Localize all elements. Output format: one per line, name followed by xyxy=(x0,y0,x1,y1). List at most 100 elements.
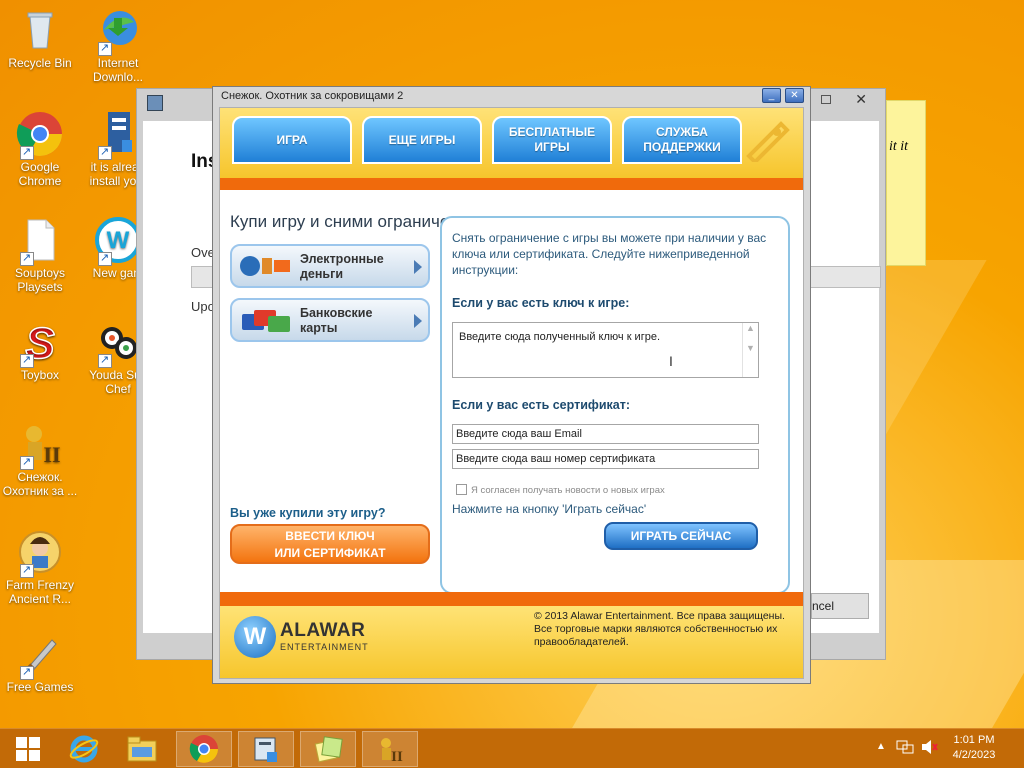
installer-icon xyxy=(94,110,142,160)
pay-emoney-line2: деньги xyxy=(300,267,344,281)
purchase-body: Купи игру и сними ограничения: Электронн… xyxy=(220,190,803,594)
desktop-icon-label: Снежок. Охотник за ... xyxy=(2,470,78,498)
taskbar-sticky-notes[interactable] xyxy=(300,731,356,767)
show-hidden-icons-icon[interactable]: ▲ xyxy=(876,741,886,752)
window-footer: W ALAWAR ENTERTAINMENT © 2013 Alawar Ent… xyxy=(220,592,803,678)
desktop-icon-google-chrome[interactable]: Google Chrome xyxy=(2,110,78,188)
window-titlebar[interactable]: Снежок. Охотник за сокровищами 2 _ ✕ xyxy=(213,87,810,107)
farm-frenzy-icon xyxy=(16,528,64,578)
installer-icon xyxy=(254,737,277,762)
emoney-icon xyxy=(240,254,292,278)
taskbar-snowball-game[interactable]: II xyxy=(362,731,418,767)
chrome-icon xyxy=(189,735,218,763)
pay-emoney-line1: Электронные xyxy=(300,252,384,266)
desktop-icon-free-games[interactable]: Free Games xyxy=(2,630,78,694)
tab-game[interactable]: ИГРА xyxy=(232,116,352,164)
newsletter-checkbox-row[interactable]: Я согласен получать новости о новых игра… xyxy=(456,484,665,496)
tab-support[interactable]: СЛУЖБА ПОДДЕРЖКИ xyxy=(622,116,742,164)
certificate-heading: Если у вас есть сертификат: xyxy=(452,398,631,412)
window-title: Снежок. Охотник за сокровищами 2 xyxy=(221,90,404,102)
chevron-right-icon xyxy=(414,314,422,328)
start-button[interactable] xyxy=(0,731,56,767)
cancel-button[interactable]: ncel xyxy=(811,593,869,619)
desktop-icon-label: Google Chrome xyxy=(18,160,62,188)
taskbar-internet-explorer[interactable] xyxy=(56,731,112,767)
activation-panel: Снять ограничение с игры вы можете при н… xyxy=(440,216,790,594)
installer-window-icon xyxy=(147,95,163,111)
certificate-number-field[interactable]: Введите сюда ваш номер сертификата xyxy=(452,449,759,469)
key-heading: Если у вас есть ключ к игре: xyxy=(452,296,630,310)
svg-text:II: II xyxy=(391,749,403,764)
desktop-icon-recycle-bin[interactable]: Recycle Bin xyxy=(2,6,78,70)
key-input-scrollbar[interactable]: ▲ ▼ xyxy=(742,323,758,377)
press-instruction: Нажмите на кнопку 'Играть сейчас' xyxy=(452,502,647,516)
enter-key-line1: ВВЕСТИ КЛЮЧ xyxy=(285,529,375,543)
tab-free-games[interactable]: БЕСПЛАТНЫЕ ИГРЫ xyxy=(492,116,612,164)
desktop-icon-internet-download[interactable]: Internet Downlo... xyxy=(80,6,156,84)
enter-key-button[interactable]: ВВЕСТИ КЛЮЧ ИЛИ СЕРТИФИКАТ xyxy=(230,524,430,564)
window-client: ИГРА ЕЩЕ ИГРЫ БЕСПЛАТНЫЕ ИГРЫ СЛУЖБА ПОД… xyxy=(219,107,804,679)
pay-cards-line1: Банковские xyxy=(300,306,373,320)
desktop-icon-souptoys[interactable]: Souptoys Playsets xyxy=(2,216,78,294)
newsletter-label: Я согласен получать новости о новых игра… xyxy=(471,485,665,496)
alawar-logo-icon: W xyxy=(234,616,276,658)
network-icon[interactable] xyxy=(896,739,914,758)
key-input-placeholder: Введите сюда полученный ключ к игре. xyxy=(459,331,661,343)
copyright-text: © 2013 Alawar Entertainment. Все права з… xyxy=(534,610,785,648)
logo-sub-text: ENTERTAINMENT xyxy=(280,642,369,652)
pay-cards-line2: карты xyxy=(300,321,338,335)
rocket-icon xyxy=(741,118,793,165)
desktop-icon-label: Toybox xyxy=(20,368,60,382)
sticky-note[interactable]: it it xyxy=(886,100,926,266)
file-explorer-icon xyxy=(127,736,157,762)
text-cursor-icon: I xyxy=(669,353,673,369)
desktop-icon-label: Farm Frenzy Ancient R... xyxy=(5,578,74,606)
desktop-icon-label: Internet Downlo... xyxy=(92,56,144,84)
newsletter-checkbox[interactable] xyxy=(456,484,467,495)
pay-emoney-button[interactable]: Электронные деньги xyxy=(230,244,430,288)
internet-explorer-icon xyxy=(69,735,99,763)
pay-bank-cards-button[interactable]: Банковские карты xyxy=(230,298,430,342)
sticky-notes-icon xyxy=(314,736,343,763)
already-bought-label: Вы уже купили эту игру? xyxy=(230,506,386,520)
tab-more-games[interactable]: ЕЩЕ ИГРЫ xyxy=(362,116,482,164)
taskbar-file-explorer[interactable] xyxy=(114,731,170,767)
minimize-button[interactable]: _ xyxy=(762,88,781,103)
chrome-icon xyxy=(16,110,64,160)
document-icon xyxy=(16,216,64,266)
start-icon xyxy=(16,737,40,761)
key-input[interactable]: Введите сюда полученный ключ к игре. ▲ ▼ … xyxy=(452,322,759,378)
alawar-logo[interactable]: W ALAWAR ENTERTAINMENT xyxy=(234,616,384,660)
chevron-right-icon xyxy=(414,260,422,274)
close-button[interactable]: ✕ xyxy=(785,88,804,103)
game-purchase-window[interactable]: Снежок. Охотник за сокровищами 2 _ ✕ ИГР… xyxy=(212,86,811,684)
activation-intro: Снять ограничение с игры вы можете при н… xyxy=(452,231,767,277)
free-games-icon xyxy=(16,630,64,680)
taskbar-chrome[interactable] xyxy=(176,731,232,767)
taskbar-clock[interactable]: 1:01 PM 4/2/2023 xyxy=(944,733,1004,763)
tab-header: ИГРА ЕЩЕ ИГРЫ БЕСПЛАТНЫЕ ИГРЫ СЛУЖБА ПОД… xyxy=(220,108,803,190)
toybox-icon: S xyxy=(16,318,64,369)
play-now-button[interactable]: ИГРАТЬ СЕЙЧАС xyxy=(604,522,758,550)
snowball-game-icon: II xyxy=(16,420,64,470)
svg-text:II: II xyxy=(43,442,60,467)
recycle-bin-icon xyxy=(16,6,64,54)
clock-date: 4/2/2023 xyxy=(952,749,996,761)
close-icon[interactable]: ✕ xyxy=(855,91,867,108)
desktop-icon-toybox[interactable]: S Toybox xyxy=(2,318,78,382)
desktop-icon-snowball-game[interactable]: II Снежок. Охотник за ... xyxy=(2,420,78,498)
email-field[interactable]: Введите сюда ваш Email xyxy=(452,424,759,444)
maximize-icon[interactable] xyxy=(821,95,831,104)
svg-text:W: W xyxy=(107,227,130,254)
desktop-icon-farm-frenzy[interactable]: Farm Frenzy Ancient R... xyxy=(2,528,78,606)
volume-muted-icon[interactable] xyxy=(920,739,938,758)
taskbar: II ▲ 1:01 PM 4/2/2023 xyxy=(0,728,1024,768)
enter-key-line2: ИЛИ СЕРТИФИКАТ xyxy=(274,546,386,560)
download-manager-icon xyxy=(94,6,142,56)
taskbar-installer[interactable] xyxy=(238,731,294,767)
logo-main-text: ALAWAR xyxy=(280,620,366,641)
snowball-game-icon: II xyxy=(381,738,403,764)
desktop-icon-label: Souptoys Playsets xyxy=(14,266,66,294)
wildtangent-icon: W xyxy=(94,216,142,266)
sticky-note-text: it it xyxy=(889,139,909,154)
